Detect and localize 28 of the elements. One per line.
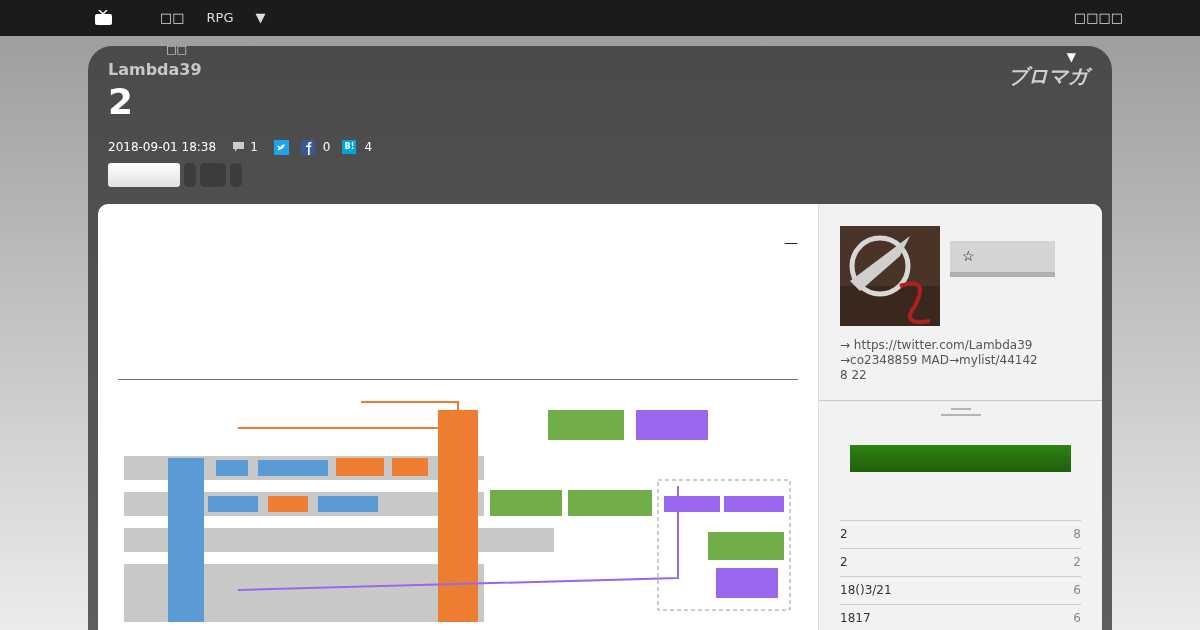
post-title: 2: [108, 82, 135, 122]
nav-link[interactable]: ▼: [255, 8, 266, 28]
handle-icon[interactable]: [938, 407, 983, 417]
like-button[interactable]: [108, 163, 180, 187]
author-name: Lambda39: [108, 59, 202, 81]
article-link[interactable]: 2: [840, 555, 848, 570]
dash-mark: —: [784, 233, 798, 252]
post-date: 2018-09-01 18:38: [108, 139, 217, 156]
article-count: 6: [1073, 583, 1081, 598]
article-count: 6: [1073, 611, 1081, 626]
article-link[interactable]: 1817: [840, 611, 871, 626]
follow-button[interactable]: ☆: [950, 241, 1055, 277]
bookmark-count: 4: [364, 139, 373, 156]
comment-count: 1: [250, 139, 258, 156]
tv-icon[interactable]: [95, 10, 112, 26]
nav-link[interactable]: □□□□: [1073, 8, 1123, 28]
article-link[interactable]: 2: [840, 527, 848, 542]
comment-icon: [232, 141, 246, 153]
nav-link[interactable]: □□: [160, 8, 185, 28]
article-count: 8: [1073, 527, 1081, 542]
twitter-icon[interactable]: [273, 139, 289, 155]
facebook-count: 0: [322, 139, 331, 156]
article-count: 2: [1073, 555, 1081, 570]
nav-link[interactable]: RPG: [206, 8, 234, 28]
nav-note: □□: [166, 44, 187, 56]
profile-text: → https://twitter.com/Lambda39 →co2348859 MAD→mylist/441428 22: [840, 338, 1039, 383]
article-link[interactable]: 18()3/21: [840, 583, 892, 598]
facebook-icon[interactable]: [300, 139, 315, 155]
